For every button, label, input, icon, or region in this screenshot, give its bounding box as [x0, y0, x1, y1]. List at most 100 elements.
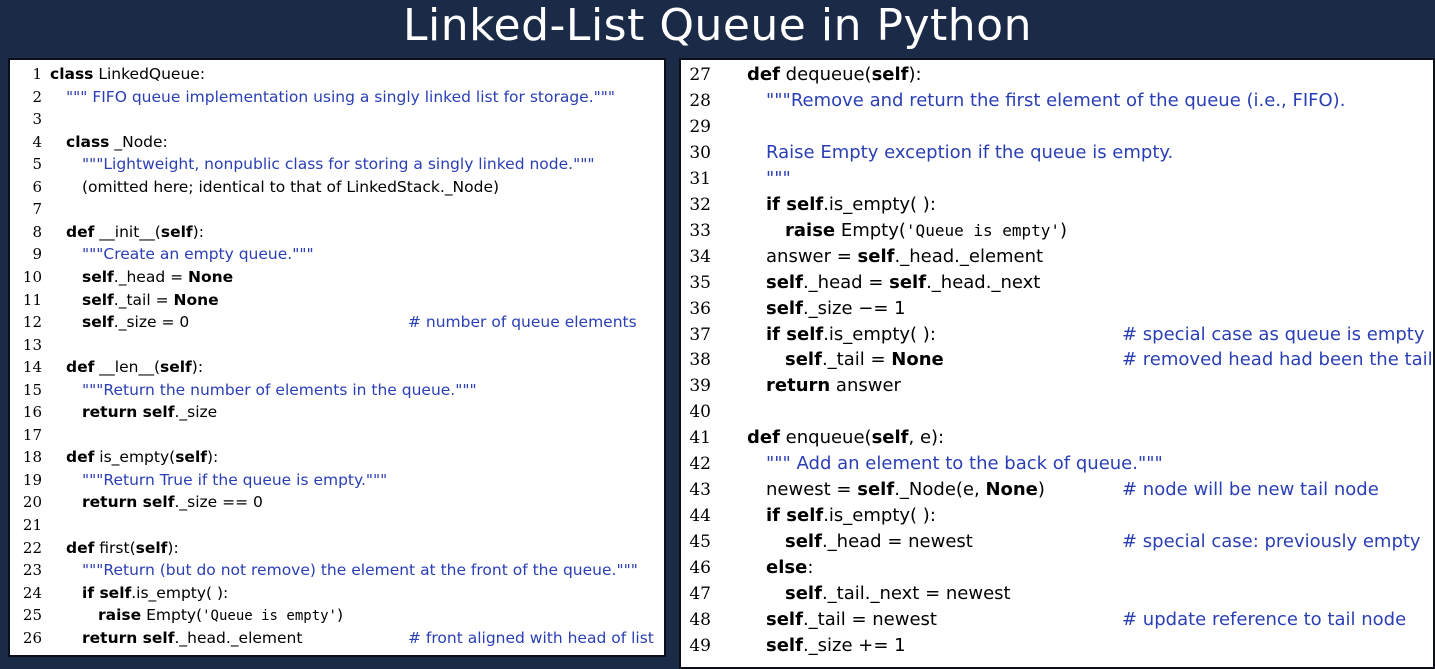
code-comment: # special case as queue is empty — [1122, 323, 1425, 345]
line-number: 45 — [689, 532, 711, 553]
line-number: 49 — [689, 635, 711, 656]
line-number: 23 — [22, 561, 42, 580]
line-number: 35 — [689, 272, 711, 293]
code-line: 46 else: — [681, 555, 1433, 581]
code-keyword: return self — [82, 493, 175, 512]
code-comment: # front aligned with head of list — [408, 628, 654, 647]
code-line: 4 class _Node: — [10, 131, 664, 154]
code-line: 22 def first(self): — [10, 537, 664, 560]
line-number: 31 — [689, 168, 711, 189]
code-line: 30 Raise Empty exception if the queue is … — [681, 140, 1433, 166]
line-number: 36 — [689, 298, 711, 319]
code-segment: dequeue( — [779, 64, 872, 85]
code-text: self._size −= 1 — [766, 296, 906, 322]
code-segment: ): — [191, 358, 204, 377]
code-segment: ._size += 1 — [802, 634, 906, 656]
code-text: """Create an empty queue.""" — [82, 243, 314, 266]
code-comment: # number of queue elements — [408, 313, 637, 332]
code-line: 25 raise Empty('Queue is empty') — [10, 604, 664, 627]
code-keyword: self — [766, 608, 803, 630]
code-line: 24 if self.is_empty( ): — [10, 582, 664, 605]
code-keyword: return self — [82, 403, 175, 422]
line-number: 19 — [22, 470, 42, 489]
code-text: def __len__(self): — [66, 356, 203, 379]
code-text: self._size += 1 — [766, 633, 906, 659]
code-line: 27 def dequeue(self): — [681, 62, 1433, 88]
code-text: return self._head._element — [82, 627, 302, 650]
line-number: 40 — [689, 402, 711, 423]
code-text: """ FIFO queue implementation using a si… — [66, 86, 615, 109]
code-keyword: None — [188, 267, 234, 286]
string-literal: 'Queue is empty' — [202, 608, 337, 625]
code-line: 23 """Return (but do not remove) the elem… — [10, 559, 664, 582]
code-text: def first(self): — [66, 537, 179, 560]
code-text: (omitted here; identical to that of Link… — [82, 176, 499, 199]
code-segment: ): — [207, 448, 219, 467]
code-segment: ) — [1037, 479, 1045, 501]
code-keyword: self — [160, 222, 193, 241]
code-comment: # removed head had been the tail — [1122, 349, 1433, 371]
code-segment: .is_empty( ): — [823, 505, 936, 527]
code-segment: is_empty( — [94, 448, 176, 467]
code-line: 1 class LinkedQueue: — [10, 63, 664, 86]
line-number: 24 — [22, 583, 42, 602]
code-text: raise Empty('Queue is empty') — [785, 218, 1067, 244]
code-keyword: class — [66, 132, 110, 151]
code-line: 16 return self._size — [10, 401, 664, 424]
code-line: 14 def __len__(self): — [10, 356, 664, 379]
code-keyword: self — [82, 290, 114, 309]
line-number: 18 — [22, 448, 42, 467]
code-keyword: if self — [766, 505, 824, 527]
code-line: 41 def enqueue(self, e): — [681, 425, 1433, 451]
code-line: 31 """ — [681, 166, 1433, 192]
line-number: 20 — [22, 493, 42, 512]
code-segment: ._size −= 1 — [802, 297, 906, 319]
code-text: newest = self._Node(e, None) — [766, 477, 1045, 503]
line-number: 48 — [689, 609, 711, 630]
code-line: 40 — [681, 399, 1433, 425]
code-keyword: None — [173, 290, 219, 309]
code-segment: ._head = newest — [821, 531, 973, 553]
code-segment: .is_empty( ): — [823, 193, 936, 215]
code-keyword: self — [175, 448, 207, 467]
line-number: 10 — [22, 267, 42, 286]
code-keyword: self — [135, 538, 168, 557]
code-line: 47 self._tail._next = newest — [681, 581, 1433, 607]
code-text: self._head = None — [82, 266, 233, 289]
code-text: """Remove and return the first element o… — [766, 88, 1345, 114]
docstring: """ Add an element to the back of queue.… — [766, 453, 1163, 475]
code-segment: __init__( — [94, 222, 161, 241]
code-keyword: self — [82, 313, 114, 332]
code-keyword: self — [857, 245, 895, 267]
code-segment: ): — [908, 64, 922, 85]
code-line: 9 """Create an empty queue.""" — [10, 243, 664, 266]
code-keyword: None — [985, 479, 1038, 501]
code-keyword: def — [66, 538, 95, 557]
line-number: 32 — [689, 194, 711, 215]
code-line: 42 """ Add an element to the back of queu… — [681, 451, 1433, 477]
code-line: 13 — [10, 334, 664, 357]
line-number: 22 — [22, 538, 42, 557]
code-line: 49 self._size += 1 — [681, 633, 1433, 659]
code-text: """Return the number of elements in the … — [82, 379, 477, 402]
code-line: 8 def __init__(self): — [10, 221, 664, 244]
code-keyword: return — [766, 375, 831, 397]
line-number: 3 — [32, 110, 42, 129]
code-text: return self._size — [82, 401, 217, 424]
code-segment: ._size == 0 — [174, 493, 263, 512]
code-keyword: self — [82, 267, 114, 286]
line-number: 46 — [689, 558, 711, 579]
code-keyword: self — [766, 297, 803, 319]
slide-title: Linked-List Queue in Python — [403, 0, 1032, 51]
code-segment: ): — [192, 222, 204, 241]
code-line: 36 self._size −= 1 — [681, 296, 1433, 322]
line-number: 15 — [22, 380, 42, 399]
code-keyword: self — [871, 64, 909, 85]
line-number: 8 — [32, 222, 42, 241]
line-number: 27 — [689, 65, 711, 85]
code-segment: ._head = — [802, 271, 890, 293]
docstring: """Remove and return the first element o… — [766, 89, 1346, 111]
code-line: 39 return answer — [681, 373, 1433, 399]
code-segment: ._head._element — [894, 245, 1044, 267]
code-text: self._tail._next = newest — [785, 581, 1011, 607]
